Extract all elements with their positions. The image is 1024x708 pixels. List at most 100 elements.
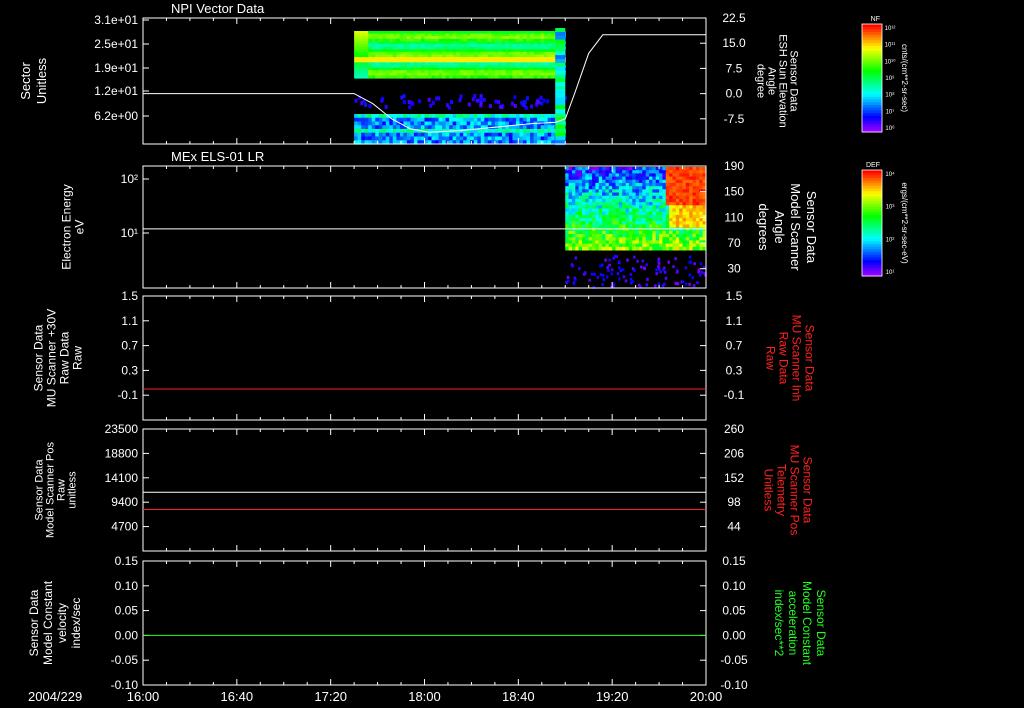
heatmap-cell bbox=[585, 246, 590, 251]
heatmap-cell bbox=[595, 173, 600, 178]
heatmap-cell bbox=[679, 170, 684, 174]
heatmap-cell bbox=[608, 195, 613, 200]
heatmap-cell bbox=[638, 195, 643, 200]
heatmap-cell bbox=[449, 114, 454, 119]
heatmap-cell bbox=[608, 192, 613, 197]
heatmap-cell bbox=[411, 101, 415, 106]
heatmap-cell bbox=[612, 234, 617, 238]
heatmap-cell bbox=[659, 234, 663, 238]
heatmap-cell bbox=[424, 121, 429, 126]
heatmap-cell bbox=[399, 75, 404, 79]
heatmap-cell bbox=[632, 243, 637, 248]
left-axis-label: Sensor Data Model Scanner Pos Raw unitless bbox=[34, 442, 79, 538]
heatmap-cell bbox=[575, 227, 580, 232]
heatmap-cell bbox=[571, 237, 576, 241]
heatmap-cell bbox=[602, 211, 606, 216]
heatmap-cell bbox=[525, 96, 529, 101]
heatmap-cell bbox=[375, 121, 380, 126]
heatmap-cell bbox=[482, 97, 486, 102]
heatmap-cell bbox=[625, 167, 630, 171]
heatmap-cell bbox=[585, 221, 590, 225]
left-axis-label-line: Unitless bbox=[34, 57, 49, 104]
heatmap-cell bbox=[615, 234, 620, 238]
heatmap-cell bbox=[417, 125, 422, 130]
heatmap-cell bbox=[612, 202, 617, 206]
left-axis-label-line: MU Scanner +30V bbox=[45, 309, 59, 407]
heatmap-cell bbox=[354, 117, 359, 123]
heatmap-cell bbox=[585, 205, 590, 209]
heatmap-cell bbox=[642, 195, 647, 200]
heatmap-cell bbox=[537, 132, 542, 138]
heatmap-cell bbox=[588, 173, 593, 178]
heatmap-cell bbox=[682, 202, 687, 206]
heatmap-cell bbox=[659, 218, 663, 222]
heatmap-cell bbox=[571, 224, 576, 229]
heatmap-cell bbox=[685, 240, 690, 245]
heatmap-cell bbox=[675, 205, 680, 209]
heatmap-cell bbox=[618, 182, 623, 187]
y-right-tick-label: 22.5 bbox=[722, 11, 746, 25]
heatmap-cell bbox=[699, 211, 704, 216]
heatmap-cell bbox=[665, 240, 670, 245]
heatmap-cell bbox=[578, 214, 583, 219]
heatmap-cell bbox=[389, 121, 394, 126]
heatmap-cell bbox=[695, 240, 700, 245]
heatmap-cell bbox=[598, 179, 603, 184]
heatmap-cell bbox=[622, 182, 627, 187]
heatmap-cell bbox=[494, 75, 499, 79]
right-axis-label: Sensor DataModel ScannerAngledegrees bbox=[756, 183, 819, 271]
heatmap-cell bbox=[578, 205, 583, 209]
heatmap-cell bbox=[501, 132, 507, 138]
heatmap-cell bbox=[371, 75, 376, 79]
heatmap-cell bbox=[682, 224, 687, 229]
heatmap-cell bbox=[645, 205, 650, 209]
heatmap-cell bbox=[435, 75, 440, 79]
heatmap-cell bbox=[675, 230, 680, 235]
heatmap-cell bbox=[682, 189, 687, 194]
heatmap-cell bbox=[442, 121, 447, 126]
heatmap-cell bbox=[612, 211, 617, 216]
heatmap-cell bbox=[642, 189, 647, 194]
heatmap-cell bbox=[675, 179, 680, 184]
heatmap-cell bbox=[645, 211, 650, 216]
heatmap-cell bbox=[392, 75, 397, 79]
heatmap-cell bbox=[568, 221, 573, 225]
heatmap-cell bbox=[655, 221, 660, 225]
heatmap-cell bbox=[649, 240, 653, 245]
heatmap-cell bbox=[392, 114, 397, 119]
heatmap-cell bbox=[645, 240, 650, 245]
heatmap-cell bbox=[540, 75, 545, 79]
heatmap-cell bbox=[540, 117, 545, 123]
heatmap-cell bbox=[642, 173, 647, 178]
right-axis-label-line: degrees bbox=[756, 204, 771, 251]
heatmap-cell bbox=[689, 186, 694, 190]
heatmap-cell bbox=[632, 205, 637, 209]
heatmap-cell bbox=[470, 114, 475, 119]
heatmap-cell bbox=[523, 75, 528, 79]
heatmap-cell bbox=[582, 173, 586, 178]
y-left-tick-label: 3.1e+01 bbox=[94, 13, 138, 27]
heatmap-cell bbox=[612, 227, 617, 232]
heatmap-cell bbox=[505, 117, 510, 123]
heatmap-cell bbox=[375, 117, 380, 123]
heatmap-cell bbox=[585, 230, 590, 235]
heatmap-cell bbox=[403, 114, 408, 119]
heatmap-cell bbox=[622, 230, 627, 235]
heatmap-cell bbox=[652, 208, 657, 213]
heatmap-cell bbox=[547, 132, 552, 138]
heatmap-cell bbox=[588, 224, 593, 229]
heatmap-cell bbox=[692, 224, 697, 229]
heatmap-cell bbox=[537, 129, 542, 134]
heatmap-cell bbox=[361, 75, 366, 79]
heatmap-cell bbox=[632, 224, 637, 229]
heatmap-cell bbox=[665, 237, 670, 241]
heatmap-cell bbox=[635, 208, 640, 213]
heatmap-cell bbox=[638, 218, 643, 222]
heatmap-cell bbox=[585, 176, 590, 181]
heatmap-cell bbox=[494, 121, 499, 126]
heatmap-cell bbox=[463, 121, 468, 126]
left-axis-label-line: index/sec bbox=[69, 598, 83, 649]
heatmap-cell bbox=[618, 186, 623, 190]
heatmap-cell bbox=[588, 167, 593, 171]
heatmap-cell bbox=[688, 273, 691, 277]
